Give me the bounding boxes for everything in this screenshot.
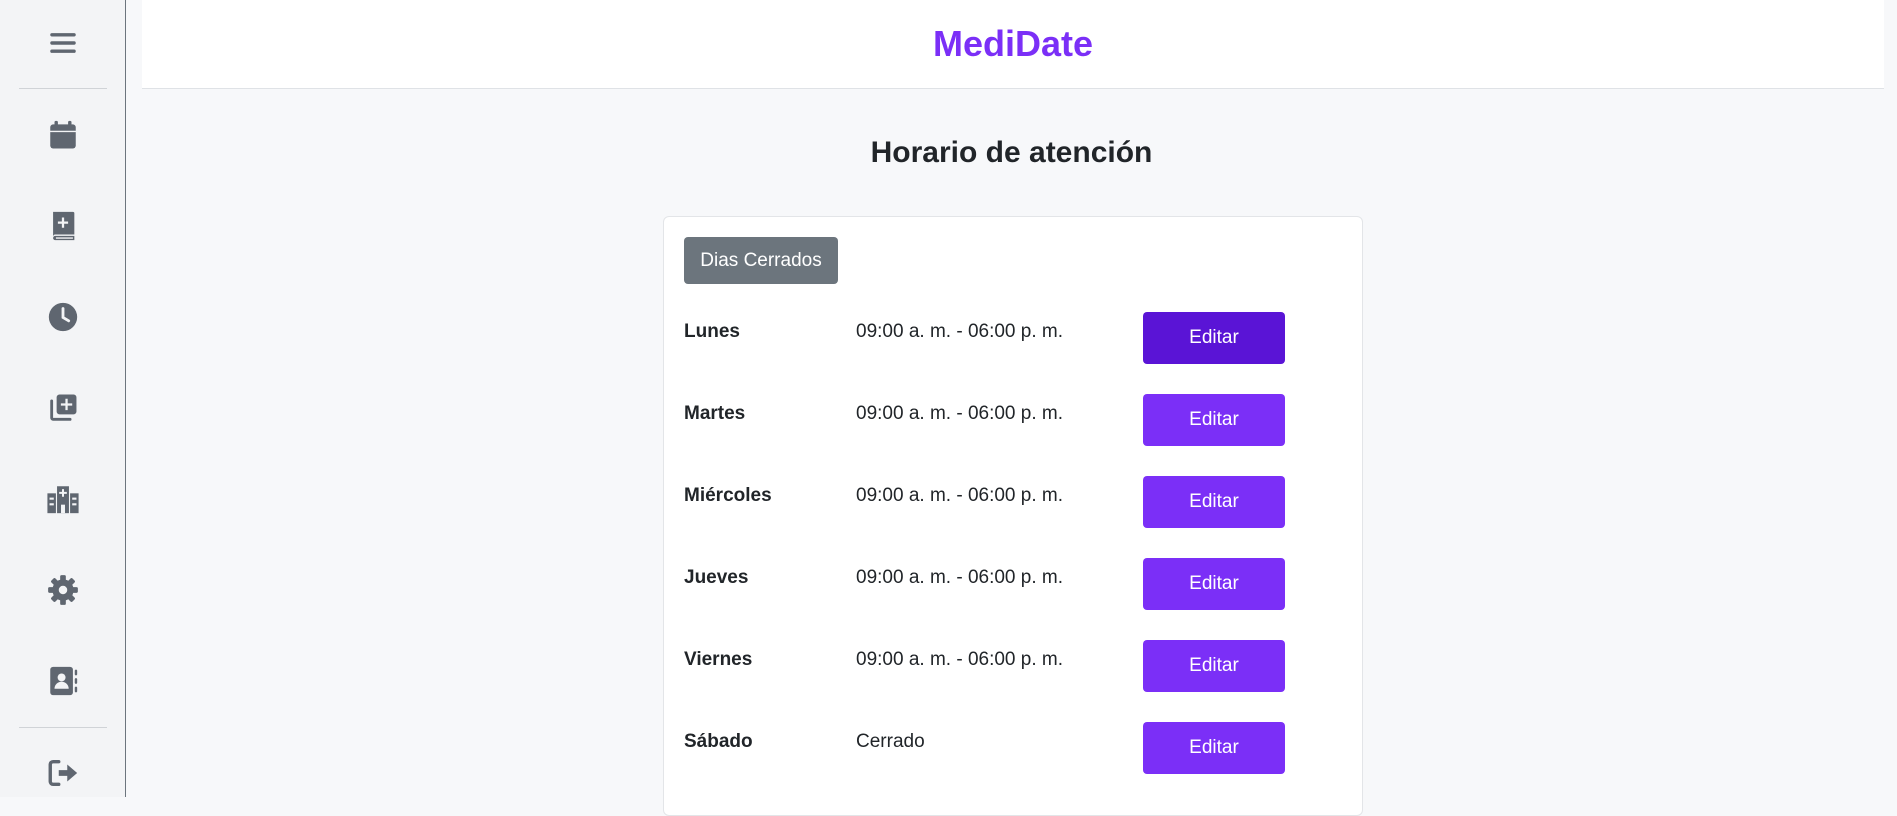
page-title: Horario de atención [870,136,1153,169]
sidebar-item-add-service[interactable] [0,378,126,438]
sidebar-item-settings[interactable] [0,560,126,620]
medical-book-icon [53,211,75,241]
sidebar-item-clinics[interactable] [0,469,126,529]
clock-icon [48,302,78,332]
calendar-icon [50,120,76,149]
menu-toggle-button[interactable] [0,13,126,73]
sidebar-item-medical-records[interactable] [0,196,126,256]
day-label: Sábado [684,731,753,752]
contacts-icon [50,666,78,696]
sidebar-divider [19,727,107,728]
sidebar-item-schedule[interactable] [0,287,126,347]
sidebar-divider [19,88,107,89]
schedule-row-friday: Viernes 09:00 a. m. - 06:00 p. m. Editar [664,640,1364,709]
hours-value: 09:00 a. m. - 06:00 p. m. [856,403,1063,424]
schedule-row-tuesday: Martes 09:00 a. m. - 06:00 p. m. Editar [664,394,1364,463]
hours-value: 09:00 a. m. - 06:00 p. m. [856,485,1063,506]
logout-icon [48,759,78,787]
schedule-card: Dias Cerrados Lunes 09:00 a. m. - 06:00 … [663,216,1363,816]
edit-monday-button[interactable]: Editar [1143,312,1285,364]
schedule-row-thursday: Jueves 09:00 a. m. - 06:00 p. m. Editar [664,558,1364,627]
day-label: Jueves [684,567,749,588]
top-header: MediDate [142,0,1884,89]
gear-icon [48,575,78,605]
sidebar-item-logout[interactable] [0,743,126,803]
edit-friday-button[interactable]: Editar [1143,640,1285,692]
sidebar [0,0,126,797]
day-label: Viernes [684,649,753,670]
hours-value: 09:00 a. m. - 06:00 p. m. [856,321,1063,342]
brand-logo-text[interactable]: MediDate [933,23,1093,65]
edit-tuesday-button[interactable]: Editar [1143,394,1285,446]
sidebar-item-calendar[interactable] [0,105,126,165]
add-records-icon [50,394,77,421]
closed-days-button[interactable]: Dias Cerrados [684,237,838,284]
edit-thursday-button[interactable]: Editar [1143,558,1285,610]
hospital-icon [47,486,79,514]
sidebar-item-contacts[interactable] [0,651,126,711]
schedule-row-monday: Lunes 09:00 a. m. - 06:00 p. m. Editar [664,312,1364,381]
edit-saturday-button[interactable]: Editar [1143,722,1285,774]
hours-value: 09:00 a. m. - 06:00 p. m. [856,649,1063,670]
menu-icon [50,33,76,53]
hours-value: Cerrado [856,731,925,752]
edit-wednesday-button[interactable]: Editar [1143,476,1285,528]
day-label: Martes [684,403,746,424]
hours-value: 09:00 a. m. - 06:00 p. m. [856,567,1063,588]
day-label: Miércoles [684,485,772,506]
schedule-row-wednesday: Miércoles 09:00 a. m. - 06:00 p. m. Edit… [664,476,1364,545]
schedule-row-saturday: Sábado Cerrado Editar [664,722,1364,791]
day-label: Lunes [684,321,740,342]
